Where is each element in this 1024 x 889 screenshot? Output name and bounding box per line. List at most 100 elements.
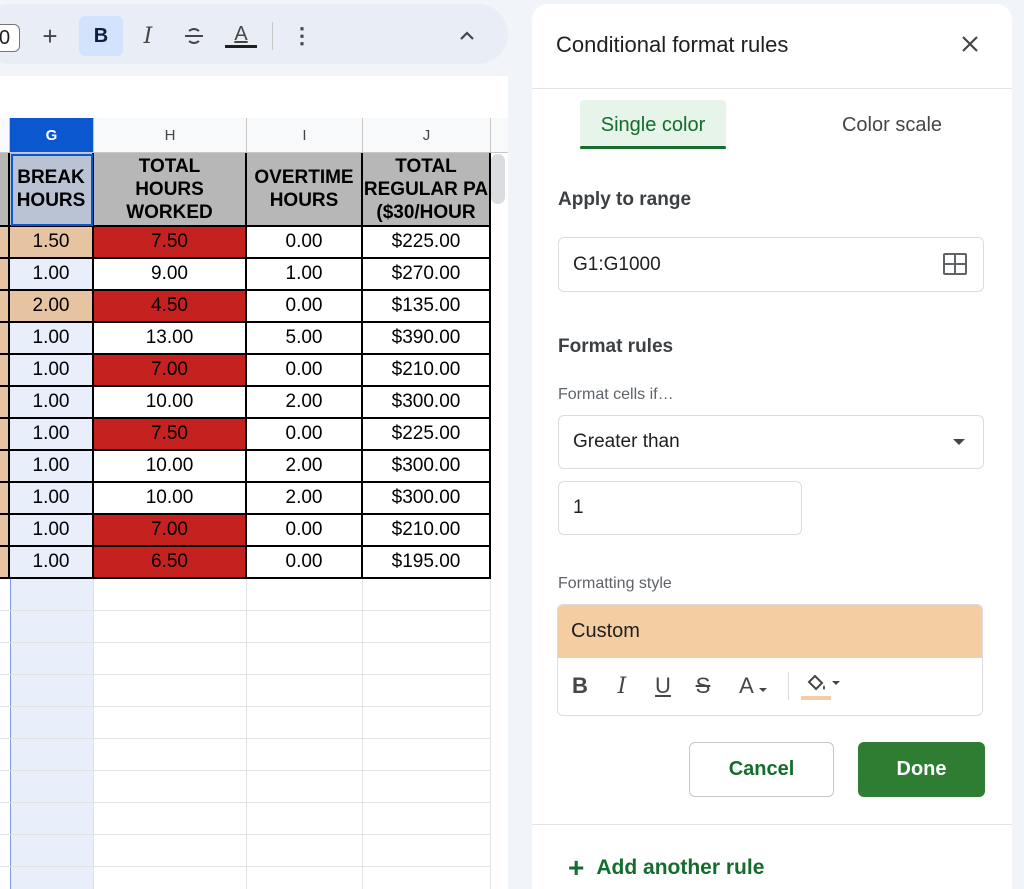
vertical-scrollbar[interactable] — [491, 154, 505, 204]
grid-cell-j[interactable]: $270.00 — [363, 259, 491, 291]
grid-cell-j[interactable]: $300.00 — [363, 387, 491, 419]
grid-cell-i[interactable]: 5.00 — [247, 323, 363, 355]
style-bold-button[interactable]: B — [570, 670, 590, 702]
tab-color-scale[interactable]: Color scale — [812, 100, 972, 150]
grid-cell-j[interactable]: $300.00 — [363, 483, 491, 515]
grid-cell-h[interactable]: 10.00 — [94, 387, 247, 419]
column-header-i[interactable]: I — [247, 118, 363, 153]
select-range-icon[interactable] — [943, 253, 967, 275]
grid-cell-g[interactable]: 1.00 — [10, 323, 94, 355]
grid-cell-f[interactable] — [0, 323, 10, 355]
grid-cell-g[interactable]: 1.00 — [10, 355, 94, 387]
panel-divider — [532, 88, 1012, 89]
grid-cell-h[interactable]: 7.00 — [94, 515, 247, 547]
column-header-f[interactable] — [0, 118, 10, 153]
grid-cell-i[interactable]: 0.00 — [247, 227, 363, 259]
grid-cell-h[interactable]: 9.00 — [94, 259, 247, 291]
grid-cell-g[interactable]: 1.00 — [10, 419, 94, 451]
strikethrough-button[interactable] — [180, 16, 208, 56]
header-text-line: TOTAL — [138, 155, 201, 177]
grid-cell-f[interactable] — [0, 259, 10, 291]
header-cell-break-hours[interactable]: BREAK HOURS — [10, 153, 94, 227]
grid-cell-i[interactable]: 0.00 — [247, 291, 363, 323]
close-panel-button[interactable] — [956, 30, 984, 58]
grid-cell-g[interactable]: 1.00 — [10, 387, 94, 419]
grid-cell-f[interactable] — [0, 387, 10, 419]
grid-cell-h[interactable]: 10.00 — [94, 451, 247, 483]
done-button[interactable]: Done — [858, 742, 985, 797]
cancel-button[interactable]: Cancel — [689, 742, 834, 797]
grid-cell-j[interactable]: $195.00 — [363, 547, 491, 579]
font-size-field[interactable]: 0 — [0, 24, 20, 52]
grid-cell-j[interactable]: $210.00 — [363, 515, 491, 547]
italic-button[interactable]: I — [134, 16, 162, 56]
column-header-j[interactable]: J — [363, 118, 491, 153]
style-fill-color-button[interactable] — [798, 670, 848, 702]
grid-cell-h[interactable]: 6.50 — [94, 547, 247, 579]
style-strikethrough-button[interactable]: S — [692, 670, 714, 702]
grid-cell-i[interactable]: 0.00 — [247, 355, 363, 387]
tab-single-color[interactable]: Single color — [580, 100, 726, 150]
style-text-color-button[interactable]: A — [732, 670, 776, 702]
grid-cell-j[interactable]: $210.00 — [363, 355, 491, 387]
grid-cell-g[interactable]: 1.00 — [10, 259, 94, 291]
gridline — [246, 579, 247, 889]
style-underline-button[interactable]: U — [652, 670, 674, 702]
grid-cell-f[interactable] — [0, 451, 10, 483]
grid-cell-h[interactable]: 4.50 — [94, 291, 247, 323]
grid-cell-h[interactable]: 7.50 — [94, 227, 247, 259]
text-color-button[interactable]: A — [223, 16, 259, 56]
grid-cell-g[interactable]: 1.00 — [10, 515, 94, 547]
grid-cell-g[interactable]: 1.00 — [10, 451, 94, 483]
grid-cell-j[interactable]: $390.00 — [363, 323, 491, 355]
selected-column-area[interactable] — [10, 579, 94, 889]
grid-cell-g[interactable]: 2.00 — [10, 291, 94, 323]
spreadsheet-grid[interactable]: G H I J BREAK HOURS TOTAL HOURS WORKED O… — [0, 118, 508, 889]
grid-cell-g[interactable]: 1.50 — [10, 227, 94, 259]
grid-cell-j[interactable]: $300.00 — [363, 451, 491, 483]
more-options-button[interactable]: ⋮ — [290, 16, 314, 56]
fill-row — [804, 672, 842, 694]
grid-cell-g[interactable]: 1.00 — [10, 483, 94, 515]
grid-cell-i[interactable]: 2.00 — [247, 451, 363, 483]
grid-cell-i[interactable]: 1.00 — [247, 259, 363, 291]
grid-cell-f[interactable] — [0, 419, 10, 451]
condition-value-input[interactable]: 1 — [558, 481, 802, 535]
grid-cell-h[interactable]: 7.00 — [94, 355, 247, 387]
header-cell-f[interactable] — [0, 153, 10, 227]
increase-font-size-button[interactable]: + — [36, 16, 64, 56]
grid-cell-j[interactable]: $225.00 — [363, 419, 491, 451]
add-another-rule-button[interactable]: + Add another rule — [568, 852, 764, 884]
column-header-g[interactable]: G — [10, 118, 94, 153]
header-cell-total-hours[interactable]: TOTAL HOURS WORKED — [94, 153, 247, 227]
grid-cell-f[interactable] — [0, 483, 10, 515]
grid-cell-j[interactable]: $135.00 — [363, 291, 491, 323]
grid-cell-i[interactable]: 0.00 — [247, 419, 363, 451]
grid-cell-g[interactable]: 1.00 — [10, 547, 94, 579]
header-cell-total-regular-pay[interactable]: TOTAL REGULAR PA ($30/HOUR — [363, 153, 491, 227]
grid-cell-h[interactable]: 13.00 — [94, 323, 247, 355]
grid-cell-f[interactable] — [0, 291, 10, 323]
collapse-toolbar-button[interactable] — [454, 16, 480, 56]
condition-dropdown[interactable]: Greater than — [558, 415, 984, 469]
add-rule-label: Add another rule — [596, 856, 765, 879]
grid-cell-i[interactable]: 2.00 — [247, 387, 363, 419]
grid-cell-i[interactable]: 0.00 — [247, 515, 363, 547]
grid-cell-i[interactable]: 0.00 — [247, 547, 363, 579]
grid-cell-h[interactable]: 10.00 — [94, 483, 247, 515]
fill-color-icon — [807, 674, 825, 691]
grid-cell-f[interactable] — [0, 227, 10, 259]
header-text-line: HOURS — [16, 190, 86, 211]
grid-cell-h[interactable]: 7.50 — [94, 419, 247, 451]
bold-button[interactable]: B — [79, 16, 123, 56]
grid-cell-i[interactable]: 2.00 — [247, 483, 363, 515]
column-header-h[interactable]: H — [94, 118, 247, 153]
range-input[interactable]: G1:G1000 — [558, 237, 984, 292]
grid-cell-f[interactable] — [0, 355, 10, 387]
grid-cell-f[interactable] — [0, 547, 10, 579]
style-preview[interactable]: Custom — [558, 605, 982, 658]
grid-cell-j[interactable]: $225.00 — [363, 227, 491, 259]
style-italic-button[interactable]: I — [612, 670, 632, 702]
header-cell-overtime-hours[interactable]: OVERTIME HOURS — [247, 153, 363, 227]
grid-cell-f[interactable] — [0, 515, 10, 547]
